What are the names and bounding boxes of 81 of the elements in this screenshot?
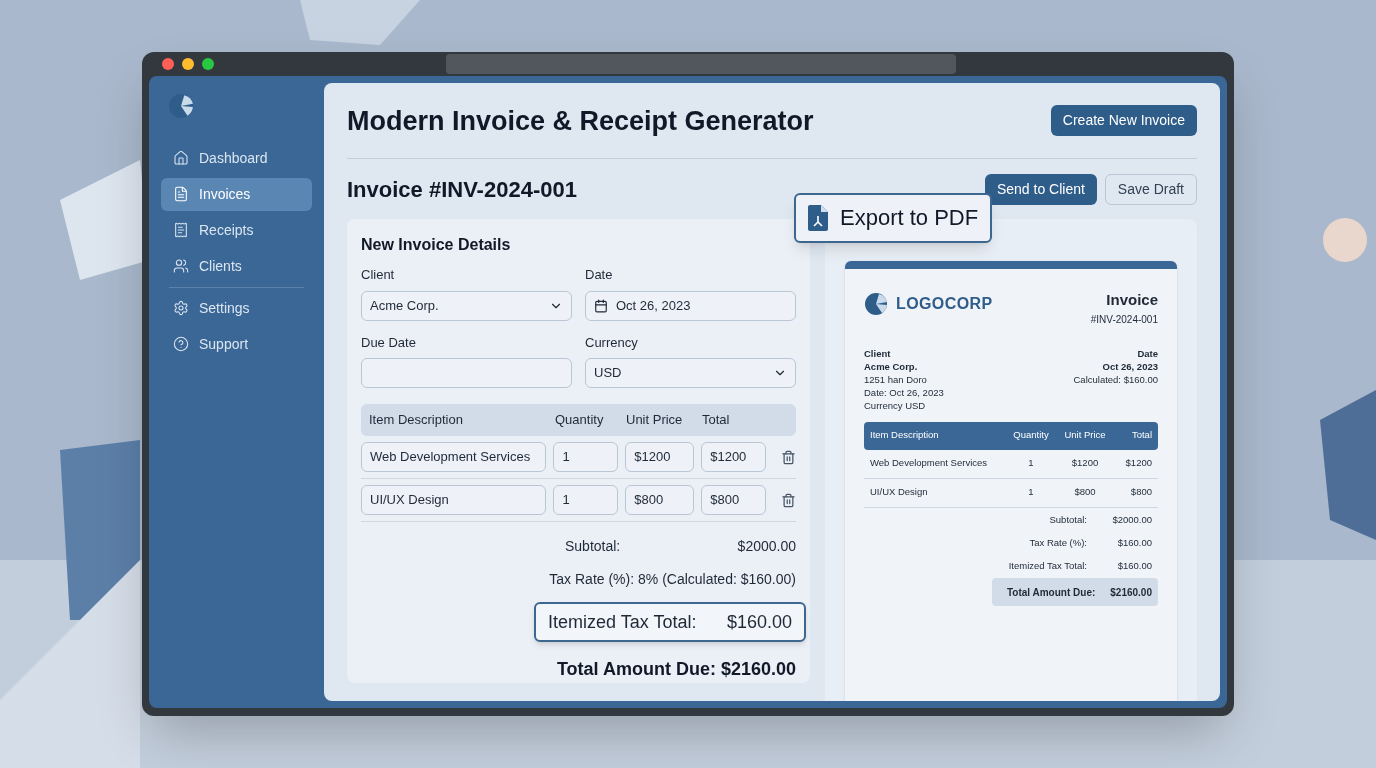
company-name: LOGOCORP: [896, 294, 993, 314]
trash-icon[interactable]: [781, 492, 796, 508]
preview-number: #INV-2024-001: [1090, 312, 1158, 327]
table-cell-text: $800: [1073, 485, 1097, 500]
input-field[interactable]: [361, 358, 572, 388]
preview-total-box: Total Amount Due: $2160.00: [992, 578, 1158, 607]
field-label: Due Date: [361, 333, 417, 352]
sidebar-item[interactable]: Dashboard: [161, 141, 312, 175]
table-cell-text: Web Development Services: [870, 456, 989, 471]
save-draft-button[interactable]: Save Draft: [1104, 174, 1197, 205]
field-label: Currency: [585, 333, 639, 352]
field-label: Client: [361, 266, 396, 284]
summary-value: $160.00: [1116, 535, 1152, 550]
table-cell-text: UI/UX Design: [870, 485, 929, 500]
sidebar-item[interactable]: Support: [161, 327, 312, 361]
sidebar-item[interactable]: Settings: [161, 291, 312, 325]
invoice-title: Invoice #INV-2024-001: [347, 176, 577, 204]
settings-icon: [173, 300, 189, 316]
subtotal-label: Subtotal:: [565, 537, 621, 556]
trash-icon[interactable]: [781, 449, 796, 465]
summary-value: $160.00: [1116, 559, 1152, 573]
date-line: Oct 26, 2023: [1102, 359, 1158, 373]
input-field[interactable]: $1200: [625, 442, 695, 472]
tax-rate-text: Tax Rate (%): 8% (Calculated: $160.00): [549, 570, 796, 589]
create-invoice-button[interactable]: Create New Invoice: [1050, 105, 1197, 137]
table-cell-text: 1: [1027, 456, 1035, 471]
calendar-icon: [594, 298, 608, 313]
total-due-text: Total Amount Due: $2160.00: [556, 658, 796, 681]
input-field[interactable]: 1: [553, 442, 619, 472]
document-icon: [173, 186, 189, 202]
client-line: Date: Oct 26, 2023: [864, 385, 944, 399]
input-field[interactable]: 1: [553, 485, 619, 515]
column-header: Quantity: [555, 411, 605, 430]
sidebar-item[interactable]: Receipts: [161, 213, 312, 247]
column-header: Total: [1130, 428, 1152, 443]
logo-icon: [864, 292, 888, 316]
page-title: Modern Invoice & Receipt Generator: [347, 104, 814, 138]
client-line: Acme Corp.: [864, 359, 919, 373]
home-icon: [173, 150, 189, 166]
itemized-tax-label: Itemized Tax Total:: [548, 610, 697, 634]
client-line: Currency USD: [864, 398, 927, 412]
subtotal-value: $2000.00: [737, 537, 796, 556]
column-header: Unit Price: [626, 411, 684, 430]
date-field[interactable]: Oct 26, 2023: [585, 290, 796, 321]
pdf-file-icon: [808, 204, 828, 231]
input-field[interactable]: $800: [701, 485, 767, 515]
form-title: New Invoice Details: [361, 235, 512, 255]
users-icon: [173, 258, 189, 274]
column-header: Item Description: [870, 428, 940, 443]
preview-title: Invoice: [1106, 290, 1158, 310]
help-icon: [173, 336, 189, 352]
dropdown[interactable]: USD: [585, 358, 796, 388]
field-label: Date: [585, 266, 614, 284]
column-header: Unit Price: [1063, 428, 1107, 443]
input-field[interactable]: UI/UX Design: [361, 485, 547, 515]
table-cell-text: $800: [1129, 485, 1152, 500]
sidebar-item[interactable]: Clients: [161, 249, 312, 283]
table-cell-text: $1200: [1070, 456, 1100, 471]
date-line: Calculated: $160.00: [1073, 372, 1158, 386]
summary-label: Itemized Tax Total:: [1008, 559, 1087, 573]
client-heading: Client: [864, 346, 892, 360]
table-cell-text: $1200: [1124, 456, 1152, 471]
input-field[interactable]: $1200: [701, 442, 767, 472]
input-field[interactable]: $800: [625, 485, 695, 515]
column-header: Total: [702, 411, 731, 430]
itemized-tax-value: $160.00: [726, 610, 792, 634]
summary-label: Subtotal:: [1049, 512, 1087, 527]
receipt-icon: [173, 222, 189, 238]
dropdown[interactable]: Acme Corp.: [361, 290, 572, 321]
table-cell-text: 1: [1027, 485, 1035, 500]
sidebar-item[interactable]: Invoices: [161, 177, 312, 211]
export-pdf-button[interactable]: Export to PDF: [794, 192, 993, 243]
date-heading: Date: [1137, 346, 1158, 360]
input-field[interactable]: Web Development Services: [361, 442, 547, 472]
send-button[interactable]: Send to Client: [984, 174, 1097, 205]
summary-label: Tax Rate (%):: [1029, 535, 1087, 550]
client-line: 1251 han Doro: [864, 372, 928, 386]
summary-value: $2000.00: [1111, 512, 1152, 527]
column-header: Quantity: [1012, 428, 1050, 443]
column-header: Item Description: [369, 411, 464, 430]
logo-icon: [168, 92, 194, 119]
